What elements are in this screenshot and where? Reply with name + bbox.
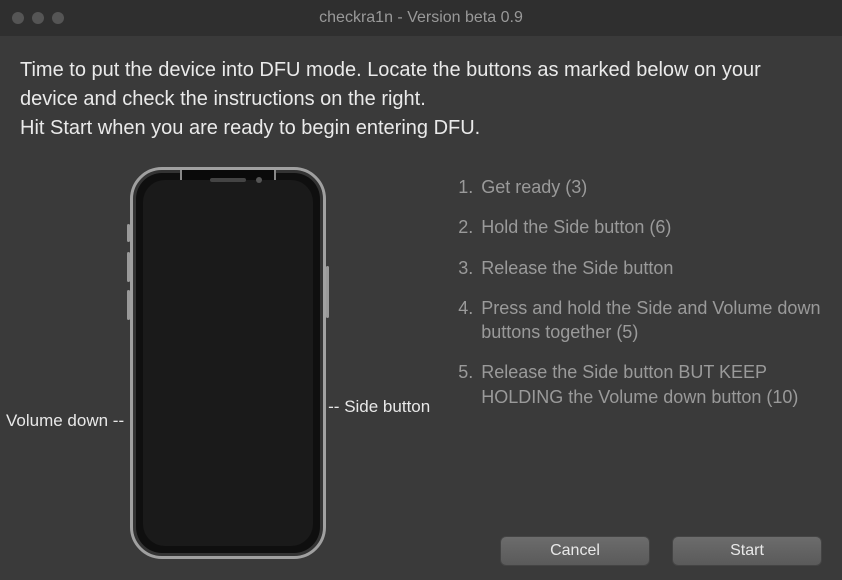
steps-list: 1. Get ready (3) 2. Hold the Side button… bbox=[440, 167, 822, 425]
start-button[interactable]: Start bbox=[672, 536, 822, 566]
window-title: checkra1n - Version beta 0.9 bbox=[319, 9, 523, 27]
phone-speaker-icon bbox=[210, 178, 246, 182]
step-text: Release the Side button bbox=[481, 256, 673, 280]
footer-buttons: Cancel Start bbox=[0, 526, 842, 580]
step-item: 5. Release the Side button BUT KEEP HOLD… bbox=[458, 360, 822, 409]
step-number: 5. bbox=[458, 360, 473, 409]
step-item: 2. Hold the Side button (6) bbox=[458, 215, 822, 239]
volume-down-label: Volume down -- bbox=[6, 411, 124, 431]
volume-down-icon bbox=[127, 290, 130, 320]
zoom-window-icon[interactable] bbox=[52, 12, 64, 24]
cancel-button[interactable]: Cancel bbox=[500, 536, 650, 566]
mute-switch-icon bbox=[127, 224, 130, 242]
step-text: Get ready (3) bbox=[481, 175, 587, 199]
phone-illustration bbox=[130, 167, 326, 559]
step-number: 4. bbox=[458, 296, 473, 345]
side-tick: -- bbox=[328, 397, 339, 416]
side-text: Side button bbox=[344, 397, 430, 416]
main-content: Time to put the device into DFU mode. Lo… bbox=[0, 36, 842, 559]
step-number: 1. bbox=[458, 175, 473, 199]
step-item: 4. Press and hold the Side and Volume do… bbox=[458, 296, 822, 345]
side-button-icon bbox=[326, 266, 329, 318]
step-item: 3. Release the Side button bbox=[458, 256, 822, 280]
step-text: Release the Side button BUT KEEP HOLDING… bbox=[481, 360, 822, 409]
step-text: Press and hold the Side and Volume down … bbox=[481, 296, 822, 345]
device-diagram: Volume down -- -- Side button bbox=[6, 167, 430, 559]
close-window-icon[interactable] bbox=[12, 12, 24, 24]
main-area: Volume down -- -- Side button 1. Get rea… bbox=[20, 167, 822, 559]
minimize-window-icon[interactable] bbox=[32, 12, 44, 24]
step-text: Hold the Side button (6) bbox=[481, 215, 671, 239]
window-controls bbox=[12, 12, 64, 24]
instructions-text: Time to put the device into DFU mode. Lo… bbox=[20, 56, 822, 143]
step-number: 3. bbox=[458, 256, 473, 280]
titlebar: checkra1n - Version beta 0.9 bbox=[0, 0, 842, 36]
step-item: 1. Get ready (3) bbox=[458, 175, 822, 199]
phone-screen bbox=[143, 180, 313, 546]
volume-up-icon bbox=[127, 252, 130, 282]
step-number: 2. bbox=[458, 215, 473, 239]
side-button-label: -- Side button bbox=[328, 397, 430, 417]
